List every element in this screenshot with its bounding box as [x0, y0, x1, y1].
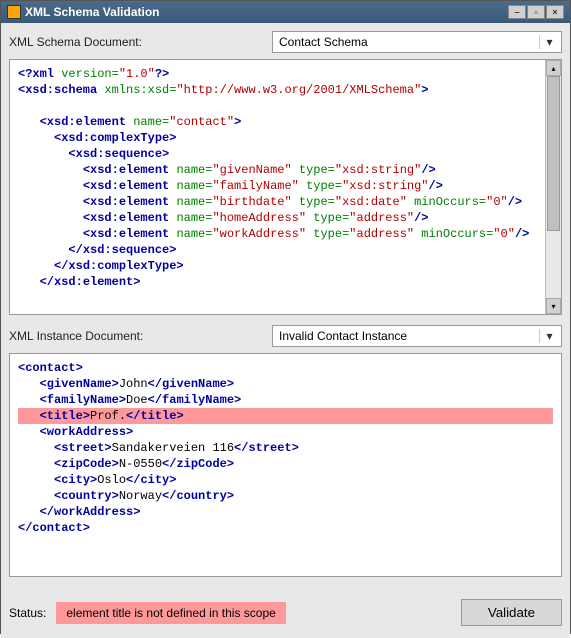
chevron-down-icon: ▾	[539, 35, 555, 49]
minimize-button[interactable]: –	[508, 5, 526, 19]
status-message: element title is not defined in this sco…	[56, 602, 285, 624]
instance-code[interactable]: <contact> <givenName>John</givenName> <f…	[10, 354, 561, 576]
instance-dropdown[interactable]: Invalid Contact Instance ▾	[272, 325, 562, 347]
error-line: <title>Prof.</title>	[18, 408, 553, 424]
scroll-down-icon[interactable]: ▾	[546, 298, 561, 314]
schema-dropdown-value: Contact Schema	[279, 35, 368, 49]
app-icon	[7, 5, 21, 19]
maximize-button[interactable]: ▫	[527, 5, 545, 19]
schema-panel: <?xml version="1.0"?> <xsd:schema xmlns:…	[9, 59, 562, 315]
status-label: Status:	[9, 606, 46, 620]
schema-code[interactable]: <?xml version="1.0"?> <xsd:schema xmlns:…	[10, 60, 545, 314]
app-window: XML Schema Validation – ▫ × XML Schema D…	[0, 0, 571, 634]
titlebar: XML Schema Validation – ▫ ×	[1, 1, 570, 23]
instance-panel: <contact> <givenName>John</givenName> <f…	[9, 353, 562, 577]
schema-label: XML Schema Document:	[9, 35, 142, 49]
instance-dropdown-value: Invalid Contact Instance	[279, 329, 407, 343]
window-title: XML Schema Validation	[25, 5, 159, 19]
instance-label: XML Instance Document:	[9, 329, 143, 343]
close-button[interactable]: ×	[546, 5, 564, 19]
chevron-down-icon: ▾	[539, 329, 555, 343]
schema-dropdown[interactable]: Contact Schema ▾	[272, 31, 562, 53]
scroll-up-icon[interactable]: ▴	[546, 60, 561, 76]
validate-button[interactable]: Validate	[461, 599, 562, 626]
schema-scrollbar[interactable]: ▴ ▾	[545, 60, 561, 314]
